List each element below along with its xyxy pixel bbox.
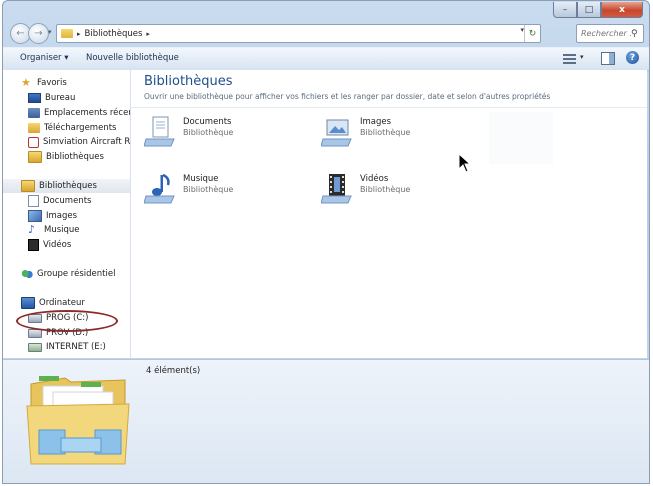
nav-item-documents[interactable]: Documents: [3, 194, 130, 208]
close-button[interactable]: x: [601, 2, 643, 18]
nav-item-desktop[interactable]: Bureau: [3, 91, 130, 105]
nav-item-drive-e[interactable]: INTERNET (E:): [3, 340, 130, 354]
film-icon: [28, 239, 39, 251]
nav-label: Images: [46, 211, 78, 221]
breadcrumb-libraries[interactable]: Bibliothèques: [85, 29, 143, 39]
documents-library-icon: [144, 116, 175, 147]
music-library-icon: [144, 173, 175, 204]
nav-label: Bureau: [45, 93, 76, 103]
divider: [131, 107, 647, 108]
address-row: ← → ▾ ▸ Bibliothèques ▸ ▾ ↻ ⚲: [3, 22, 649, 44]
nav-label: Téléchargements: [44, 123, 117, 133]
organize-button[interactable]: Organiser ▾: [20, 53, 69, 63]
nav-item-libraries-favorite[interactable]: Bibliothèques: [3, 150, 130, 164]
details-pane: 4 élément(s): [3, 359, 649, 483]
nav-item-downloads[interactable]: Téléchargements: [3, 121, 130, 135]
preview-pane-icon[interactable]: [601, 52, 615, 65]
music-note-icon: ♪: [28, 223, 36, 236]
libraries-icon: [21, 180, 35, 192]
content-pane[interactable]: Bibliothèques Ouvrir une bibliothèque po…: [131, 70, 647, 358]
nav-label: INTERNET (E:): [46, 342, 106, 352]
blank-tile: [489, 112, 553, 164]
page-subtitle: Ouvrir une bibliothèque pour afficher vo…: [144, 92, 551, 101]
nav-label: Ordinateur: [39, 298, 85, 308]
nav-label: Bibliothèques: [46, 152, 104, 162]
picture-icon: [28, 210, 42, 222]
nav-computer[interactable]: Ordinateur: [3, 296, 130, 310]
library-type: Bibliothèque: [183, 185, 234, 194]
recent-pages-dropdown-icon[interactable]: ▾: [48, 28, 52, 36]
help-button[interactable]: ?: [626, 51, 639, 64]
pictures-library-icon: [321, 119, 352, 147]
network-drive-icon: [28, 342, 42, 352]
nav-label: Favoris: [37, 78, 67, 88]
nav-item-videos[interactable]: Vidéos: [3, 238, 130, 252]
library-music[interactable]: Musique Bibliothèque: [144, 172, 294, 208]
downloads-folder-icon: [28, 123, 40, 133]
nav-item-music[interactable]: ♪ Musique: [3, 223, 130, 237]
library-type: Bibliothèque: [360, 128, 411, 137]
address-bar[interactable]: ▸ Bibliothèques ▸ ▾ ↻: [56, 24, 541, 43]
command-bar: Organiser ▾ Nouvelle bibliothèque ▾ ?: [3, 47, 649, 71]
computer-icon: [21, 297, 35, 309]
search-input[interactable]: [577, 29, 631, 38]
library-type: Bibliothèque: [360, 185, 411, 194]
desktop-icon: [28, 93, 41, 103]
nav-label: Emplacements récents: [44, 108, 130, 118]
caption-buttons: – □ x: [553, 2, 643, 18]
nav-homegroup[interactable]: Groupe résidentiel: [3, 267, 130, 281]
library-documents[interactable]: Documents Bibliothèque: [144, 115, 294, 151]
maximize-button[interactable]: □: [577, 2, 601, 18]
forward-button[interactable]: →: [28, 23, 49, 44]
videos-library-icon: [321, 174, 352, 204]
navigation-pane[interactable]: ★ Favoris Bureau Emplacements récents Té…: [3, 70, 131, 358]
library-videos[interactable]: Vidéos Bibliothèque: [321, 172, 471, 208]
library-images[interactable]: Images Bibliothèque: [321, 115, 471, 151]
nav-item-images[interactable]: Images: [3, 209, 130, 223]
nav-label: Simviation Aircraft Repa: [43, 137, 130, 147]
homegroup-icon: [21, 269, 33, 279]
libraries-icon: [28, 151, 42, 163]
library-name: Documents: [183, 117, 232, 127]
recent-places-icon: [28, 108, 40, 118]
refresh-button[interactable]: ↻: [524, 25, 540, 42]
document-icon: [28, 195, 39, 207]
search-box[interactable]: ⚲: [576, 24, 644, 43]
new-library-button[interactable]: Nouvelle bibliothèque: [86, 53, 179, 63]
nav-label: Vidéos: [43, 240, 72, 250]
annotation-ellipse: [16, 310, 118, 332]
breadcrumb-separator-icon[interactable]: ▸: [77, 30, 81, 38]
nav-item-simviation[interactable]: Simviation Aircraft Repa: [3, 135, 130, 149]
nav-label: Bibliothèques: [39, 181, 97, 191]
nav-label: Groupe résidentiel: [37, 269, 116, 279]
page-title: Bibliothèques: [144, 74, 233, 89]
mouse-pointer-icon: [458, 153, 472, 173]
library-name: Musique: [183, 174, 219, 184]
library-name: Images: [360, 117, 392, 127]
nav-favorites[interactable]: ★ Favoris: [3, 76, 130, 90]
libraries-folder-icon: [61, 29, 73, 38]
star-icon: ★: [21, 76, 31, 89]
library-name: Vidéos: [360, 174, 389, 184]
minimize-button[interactable]: –: [553, 2, 577, 18]
change-view-icon[interactable]: [563, 52, 576, 64]
explorer-window: – □ x ← → ▾ ▸ Bibliothèques ▸ ▾ ↻ ⚲ Orga…: [2, 0, 650, 484]
nav-libraries[interactable]: Bibliothèques: [3, 179, 130, 193]
view-options-dropdown-icon[interactable]: ▾: [580, 53, 584, 61]
library-type: Bibliothèque: [183, 128, 234, 137]
search-icon[interactable]: ⚲: [631, 29, 638, 39]
nav-item-recent-places[interactable]: Emplacements récents: [3, 106, 130, 120]
simviation-shortcut-icon: [28, 136, 39, 148]
nav-label: Musique: [44, 225, 80, 235]
breadcrumb-separator-icon[interactable]: ▸: [146, 30, 150, 38]
item-count: 4 élément(s): [146, 366, 201, 376]
nav-label: Documents: [43, 196, 92, 206]
libraries-folder-icon: [26, 376, 130, 465]
